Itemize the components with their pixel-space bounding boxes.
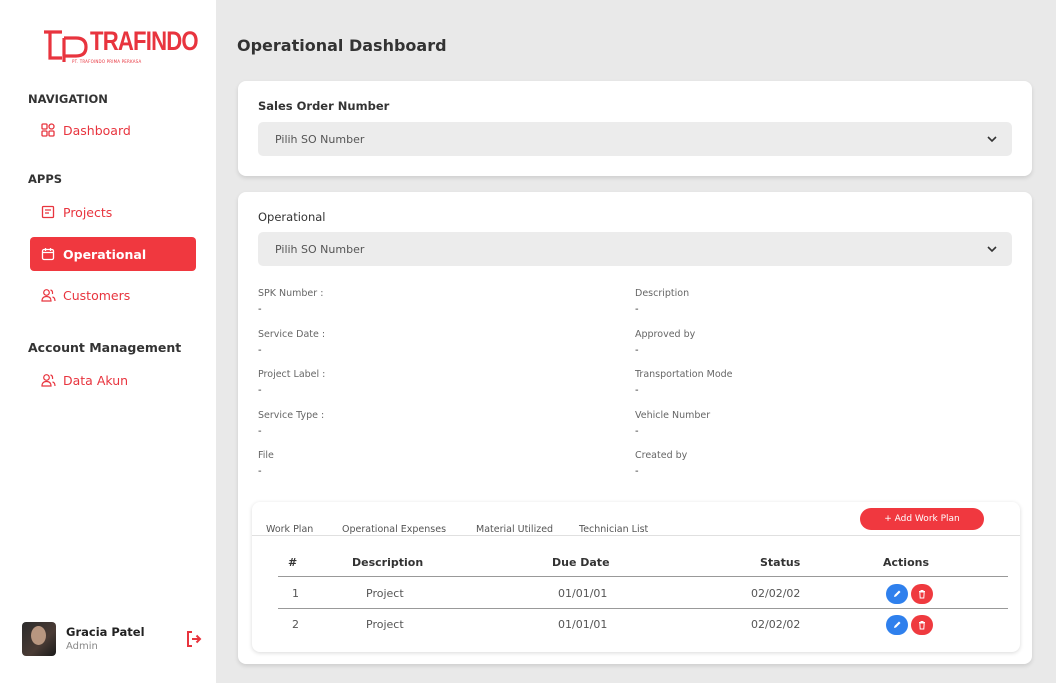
transportation-mode-label: Transportation Mode: [635, 369, 733, 380]
users-icon: [40, 372, 56, 388]
created-by-value: -: [635, 466, 639, 477]
tab-work-plan[interactable]: Work Plan: [266, 524, 313, 535]
nav-heading: NAVIGATION: [28, 92, 108, 106]
logout-icon[interactable]: [186, 630, 202, 648]
spk-number-value: -: [258, 304, 262, 315]
trash-icon: [919, 590, 925, 599]
sidebar-item-label: Customers: [63, 287, 131, 303]
sales-order-label: Sales Order Number: [258, 99, 390, 113]
column-header-number: #: [288, 556, 298, 569]
sidebar-item-label: Data Akun: [63, 372, 129, 388]
pencil-icon: [894, 590, 901, 597]
trash-icon: [919, 621, 925, 630]
trafindo-logo-icon: [44, 30, 88, 62]
brand-name: TRAFINDO: [90, 26, 199, 56]
description-value: -: [635, 304, 639, 315]
column-header-status: Status: [760, 556, 801, 569]
delete-button[interactable]: [911, 584, 933, 604]
vehicle-number-label: Vehicle Number: [635, 410, 711, 421]
row-status: 02/02/02: [751, 618, 801, 631]
user-name: Gracia Patel: [66, 625, 145, 639]
apps-heading: APPS: [28, 172, 63, 186]
work-plan-panel: Work Plan Operational Expenses Material …: [252, 502, 1020, 652]
approved-by-label: Approved by: [635, 329, 696, 340]
row-status: 02/02/02: [751, 587, 801, 600]
chevron-down-icon: [987, 136, 997, 143]
delete-button[interactable]: [911, 615, 933, 635]
service-date-value: -: [258, 345, 262, 356]
sidebar-item-data-akun[interactable]: Data Akun: [30, 363, 196, 397]
service-date-label: Service Date :: [258, 329, 326, 340]
row-number: 1: [292, 587, 299, 600]
tab-technician-list[interactable]: Technician List: [579, 524, 648, 535]
sidebar-item-label: Dashboard: [63, 122, 131, 138]
sales-order-card: Sales Order Number Pilih SO Number: [238, 81, 1032, 176]
transportation-mode-value: -: [635, 385, 639, 396]
users-icon: [40, 287, 56, 303]
vehicle-number-value: -: [635, 426, 639, 437]
file-label: File: [258, 450, 274, 461]
tab-divider: [252, 535, 1020, 536]
service-type-label: Service Type :: [258, 410, 325, 421]
select-value: Pilih SO Number: [275, 132, 365, 146]
spk-number-label: SPK Number :: [258, 288, 324, 299]
row-description: Project: [366, 587, 404, 600]
page-title: Operational Dashboard: [237, 36, 447, 55]
service-type-value: -: [258, 426, 262, 437]
table-divider: [278, 576, 1008, 577]
project-label-value: -: [258, 385, 262, 396]
pencil-icon: [894, 621, 901, 628]
operational-card: Operational Pilih SO Number SPK Number :…: [238, 192, 1032, 664]
select-value: Pilih SO Number: [275, 242, 365, 256]
calendar-icon: [40, 246, 56, 262]
project-label-label: Project Label :: [258, 369, 326, 380]
description-label: Description: [635, 288, 690, 299]
user-role: Admin: [66, 641, 98, 652]
edit-button[interactable]: [886, 615, 908, 635]
sidebar-item-label: Operational: [63, 246, 147, 262]
account-heading: Account Management: [28, 340, 182, 355]
column-header-due-date: Due Date: [552, 556, 610, 569]
brand-logo[interactable]: TRAFINDO PT. TRAFOINDO PRIMA PERKASA: [42, 26, 199, 68]
sales-order-select[interactable]: Pilih SO Number: [258, 122, 1012, 156]
column-header-description: Description: [352, 556, 424, 569]
sidebar-item-operational[interactable]: Operational: [30, 237, 196, 271]
sidebar-item-dashboard[interactable]: Dashboard: [30, 113, 196, 147]
operational-select[interactable]: Pilih SO Number: [258, 232, 1012, 266]
sidebar-item-customers[interactable]: Customers: [30, 278, 196, 312]
tab-material-utilized[interactable]: Material Utilized: [476, 524, 553, 535]
avatar[interactable]: [22, 622, 56, 656]
edit-button[interactable]: [886, 584, 908, 604]
user-profile: Gracia Patel Admin: [22, 622, 202, 658]
file-value: -: [258, 466, 262, 477]
column-header-actions: Actions: [883, 556, 929, 569]
folder-icon: [40, 204, 56, 220]
sidebar-item-label: Projects: [63, 204, 113, 220]
tab-operational-expenses[interactable]: Operational Expenses: [342, 524, 446, 535]
operational-label: Operational: [258, 210, 326, 224]
row-number: 2: [292, 618, 299, 631]
row-due-date: 01/01/01: [558, 587, 608, 600]
chevron-down-icon: [987, 246, 997, 253]
brand-tagline: PT. TRAFOINDO PRIMA PERKASA: [72, 59, 142, 64]
add-work-plan-button[interactable]: + Add Work Plan: [860, 508, 984, 530]
approved-by-value: -: [635, 345, 639, 356]
table-divider: [278, 608, 1008, 609]
row-description: Project: [366, 618, 404, 631]
sidebar: TRAFINDO PT. TRAFOINDO PRIMA PERKASA NAV…: [0, 0, 216, 683]
created-by-label: Created by: [635, 450, 688, 461]
sidebar-item-projects[interactable]: Projects: [30, 195, 196, 229]
row-due-date: 01/01/01: [558, 618, 608, 631]
grid-icon: [40, 122, 56, 138]
